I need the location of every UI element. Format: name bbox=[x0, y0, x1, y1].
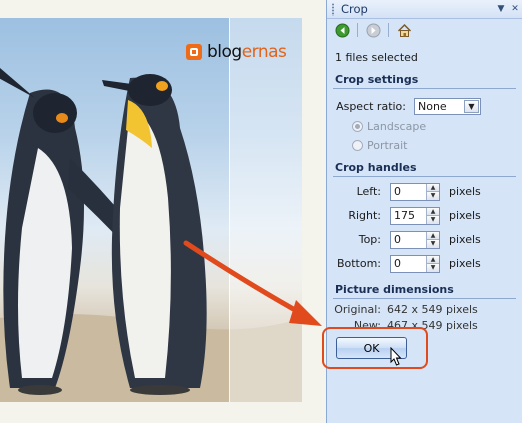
bottom-label: Bottom: bbox=[336, 257, 381, 270]
left-spinner[interactable]: 0 ▲ ▼ bbox=[390, 182, 440, 201]
pane-title-bar: Crop ▼ ✕ bbox=[327, 0, 522, 19]
crop-settings-header: Crop settings bbox=[333, 71, 516, 89]
ok-highlight-outline bbox=[322, 327, 428, 369]
top-label: Top: bbox=[358, 233, 381, 246]
forward-arrow-icon bbox=[366, 23, 380, 37]
back-button[interactable] bbox=[333, 21, 351, 39]
original-dimensions-row: Original: 642 x 549 pixels bbox=[327, 303, 522, 316]
blogernas-watermark: blogernas bbox=[186, 42, 287, 62]
crop-boundary[interactable] bbox=[229, 18, 230, 402]
pane-grip-icon[interactable] bbox=[331, 2, 335, 16]
spin-down-icon[interactable]: ▼ bbox=[426, 263, 439, 272]
spin-down-icon[interactable]: ▼ bbox=[426, 239, 439, 248]
spin-down-icon[interactable]: ▼ bbox=[426, 215, 439, 224]
picture-dimensions-header: Picture dimensions bbox=[333, 281, 516, 299]
bottom-unit: pixels bbox=[449, 257, 481, 270]
spin-up-icon[interactable]: ▲ bbox=[426, 183, 439, 191]
pane-menu-icon[interactable]: ▼ bbox=[494, 4, 508, 14]
portrait-label: Portrait bbox=[367, 138, 408, 152]
brand-text-part2: ernas bbox=[241, 42, 287, 62]
portrait-radio[interactable]: Portrait bbox=[352, 139, 407, 152]
crop-excluded-region bbox=[230, 18, 302, 402]
forward-button[interactable] bbox=[364, 21, 382, 39]
left-value: 0 bbox=[394, 185, 401, 198]
right-label: Right: bbox=[348, 209, 381, 222]
top-value: 0 bbox=[394, 233, 401, 246]
back-arrow-icon bbox=[335, 23, 349, 37]
radio-selected-icon bbox=[352, 120, 363, 132]
aspect-ratio-select[interactable]: None ▼ bbox=[414, 97, 481, 115]
landscape-label: Landscape bbox=[367, 119, 427, 133]
spin-up-icon[interactable]: ▲ bbox=[426, 231, 439, 239]
spin-up-icon[interactable]: ▲ bbox=[426, 255, 439, 263]
left-label: Left: bbox=[356, 185, 381, 198]
home-button[interactable] bbox=[395, 21, 413, 39]
toolbar-separator bbox=[357, 23, 358, 37]
crop-handles-header: Crop handles bbox=[333, 159, 516, 177]
bottom-value: 0 bbox=[394, 257, 401, 270]
radio-unselected-icon bbox=[352, 139, 363, 151]
top-unit: pixels bbox=[449, 233, 481, 246]
aspect-ratio-label: Aspect ratio: bbox=[336, 99, 406, 113]
aspect-ratio-value: None bbox=[418, 99, 447, 113]
spin-up-icon[interactable]: ▲ bbox=[426, 207, 439, 215]
right-value: 175 bbox=[394, 209, 415, 222]
right-spinner[interactable]: 175 ▲ ▼ bbox=[390, 206, 440, 225]
mouse-cursor-icon bbox=[390, 347, 402, 366]
chevron-down-icon[interactable]: ▼ bbox=[464, 99, 479, 113]
toolbar-separator bbox=[388, 23, 389, 37]
landscape-radio[interactable]: Landscape bbox=[352, 120, 426, 133]
image-canvas: blogernas bbox=[0, 0, 326, 423]
bottom-spinner[interactable]: 0 ▲ ▼ bbox=[390, 254, 440, 273]
blogger-logo-icon bbox=[186, 44, 202, 60]
pane-toolbar bbox=[327, 19, 522, 41]
pane-title: Crop bbox=[341, 2, 368, 16]
left-unit: pixels bbox=[449, 185, 481, 198]
pane-close-icon[interactable]: ✕ bbox=[508, 4, 522, 14]
brand-text-part1: blog bbox=[207, 42, 242, 62]
original-value: 642 x 549 pixels bbox=[387, 303, 478, 316]
files-selected-text: 1 files selected bbox=[335, 51, 418, 64]
original-label: Original: bbox=[334, 303, 381, 316]
right-unit: pixels bbox=[449, 209, 481, 222]
top-spinner[interactable]: 0 ▲ ▼ bbox=[390, 230, 440, 249]
home-icon bbox=[397, 23, 411, 37]
spin-down-icon[interactable]: ▼ bbox=[426, 191, 439, 200]
